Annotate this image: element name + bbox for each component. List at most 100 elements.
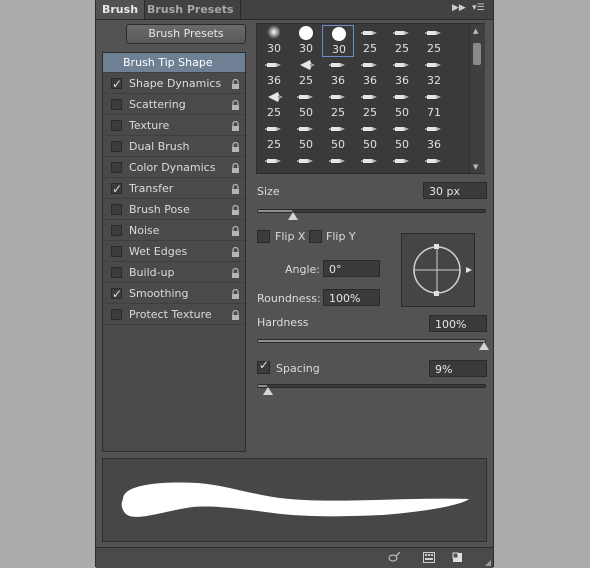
resize-grip-icon[interactable]: ◢ (485, 558, 491, 567)
roundness-field[interactable]: 100% (323, 289, 380, 306)
brush-tip[interactable] (354, 153, 386, 185)
brush-tip[interactable]: 30 (258, 25, 290, 57)
tab-brush-presets[interactable]: Brush Presets (141, 0, 241, 19)
brush-tip[interactable]: 30 (322, 25, 354, 57)
option-checkbox[interactable] (111, 267, 122, 278)
brush-tip[interactable]: 30 (290, 25, 322, 57)
new-brush-icon[interactable] (452, 552, 464, 563)
angle-label: Angle: (285, 263, 321, 276)
spacing-field[interactable]: 9% (429, 360, 487, 377)
option-checkbox[interactable] (111, 246, 122, 257)
brush-option-scattering[interactable]: Scattering (103, 95, 245, 115)
brush-option-brush-pose[interactable]: Brush Pose (103, 200, 245, 220)
lock-icon[interactable] (231, 121, 240, 131)
lock-icon[interactable] (231, 226, 240, 236)
angle-roundness-widget[interactable] (401, 233, 475, 307)
toggle-live-tip-preview-icon[interactable] (388, 552, 400, 563)
brush-tip[interactable]: 36 (418, 121, 450, 153)
lock-icon[interactable] (231, 184, 240, 194)
brush-tip-grid: 36 50 50 50 50 25 71 50 25 25 50 25 32 36 36 36 25 36 25 25… (256, 23, 485, 174)
flip-y-checkbox[interactable] (309, 230, 322, 243)
brush-option-wet-edges[interactable]: Wet Edges (103, 242, 245, 262)
option-label: Dual Brush (129, 140, 190, 153)
lock-icon[interactable] (231, 205, 240, 215)
option-checkbox[interactable] (111, 99, 122, 110)
brush-tip[interactable]: 36 (258, 57, 290, 89)
lock-icon[interactable] (231, 247, 240, 257)
brush-option-brush-tip-shape[interactable]: Brush Tip Shape (103, 53, 245, 73)
scroll-up-icon[interactable]: ▲ (473, 27, 478, 35)
brush-option-build-up[interactable]: Build-up (103, 263, 245, 283)
size-slider-handle[interactable] (288, 212, 298, 220)
brush-tip-size: 30 (267, 42, 281, 55)
brush-tip[interactable]: 71 (418, 89, 450, 121)
brush-tip[interactable]: 50 (290, 121, 322, 153)
brush-tip[interactable]: 50 (354, 121, 386, 153)
option-checkbox[interactable] (111, 179, 122, 199)
option-checkbox[interactable] (111, 225, 122, 236)
brush-tip[interactable]: 25 (290, 57, 322, 89)
flip-x-checkbox[interactable] (257, 230, 270, 243)
brush-tip[interactable]: 36 (354, 57, 386, 89)
option-checkbox[interactable] (111, 141, 122, 152)
option-checkbox[interactable] (111, 162, 122, 173)
lock-icon[interactable] (231, 268, 240, 278)
hardness-slider-handle[interactable] (479, 342, 489, 350)
brush-option-dual-brush[interactable]: Dual Brush (103, 137, 245, 157)
option-checkbox[interactable] (111, 204, 122, 215)
brush-tip[interactable] (418, 153, 450, 185)
option-checkbox[interactable] (111, 284, 122, 304)
brush-tip[interactable]: 25 (322, 89, 354, 121)
brush-tip[interactable] (258, 153, 290, 185)
brush-tip[interactable]: 50 (386, 89, 418, 121)
brush-editor-grid-icon[interactable] (423, 552, 435, 563)
brush-option-protect-texture[interactable]: Protect Texture (103, 305, 245, 325)
collapse-icon[interactable]: ▶▶ (452, 3, 466, 13)
brush-option-noise[interactable]: Noise (103, 221, 245, 241)
angle-field[interactable]: 0° (323, 260, 380, 277)
brush-option-texture[interactable]: Texture (103, 116, 245, 136)
option-checkbox[interactable] (111, 120, 122, 131)
bristle-brush-icon (393, 159, 409, 163)
lock-icon[interactable] (231, 142, 240, 152)
brush-presets-button[interactable]: Brush Presets (126, 24, 246, 44)
brush-tip[interactable] (386, 153, 418, 185)
spacing-slider[interactable] (257, 384, 486, 388)
lock-icon[interactable] (231, 310, 240, 320)
brush-panel: Brush Brush Presets ▶▶ ▾☰ Brush Presets … (95, 0, 494, 568)
panel-menu-icon[interactable]: ▾☰ (472, 3, 485, 13)
brush-tip[interactable]: 25 (354, 89, 386, 121)
lock-icon[interactable] (231, 163, 240, 173)
hardness-field[interactable]: 100% (429, 315, 487, 332)
brush-option-transfer[interactable]: Transfer (103, 179, 245, 199)
tab-brush[interactable]: Brush (96, 0, 146, 19)
brush-tip[interactable]: 25 (258, 89, 290, 121)
brush-option-color-dynamics[interactable]: Color Dynamics (103, 158, 245, 178)
brush-tip[interactable]: 25 (354, 25, 386, 57)
brush-tip[interactable]: 50 (386, 121, 418, 153)
option-checkbox[interactable] (111, 74, 122, 94)
brush-tip[interactable] (290, 153, 322, 185)
hardness-slider[interactable] (257, 339, 486, 343)
spacing-slider-handle[interactable] (263, 387, 273, 395)
brush-tip[interactable]: 36 (322, 57, 354, 89)
option-checkbox[interactable] (111, 309, 122, 320)
grid-scrollbar[interactable]: ▲ ▼ (469, 25, 485, 173)
brush-tip[interactable]: 50 (322, 121, 354, 153)
scroll-thumb[interactable] (473, 43, 481, 65)
lock-icon[interactable] (231, 289, 240, 299)
scroll-down-icon[interactable]: ▼ (473, 163, 478, 171)
brush-option-shape-dynamics[interactable]: Shape Dynamics (103, 74, 245, 94)
brush-tip[interactable]: 50 (290, 89, 322, 121)
brush-tip[interactable]: 25 (386, 25, 418, 57)
brush-tip[interactable]: 25 (258, 121, 290, 153)
brush-tip[interactable]: 36 (386, 57, 418, 89)
brush-option-smoothing[interactable]: Smoothing (103, 284, 245, 304)
brush-tip[interactable]: 25 (418, 25, 450, 57)
lock-icon[interactable] (231, 100, 240, 110)
size-field[interactable]: 30 px (423, 182, 487, 199)
brush-tip[interactable]: 32 (418, 57, 450, 89)
spacing-checkbox[interactable]: ✓ (257, 358, 270, 374)
lock-icon[interactable] (231, 79, 240, 89)
brush-tip[interactable] (322, 153, 354, 185)
